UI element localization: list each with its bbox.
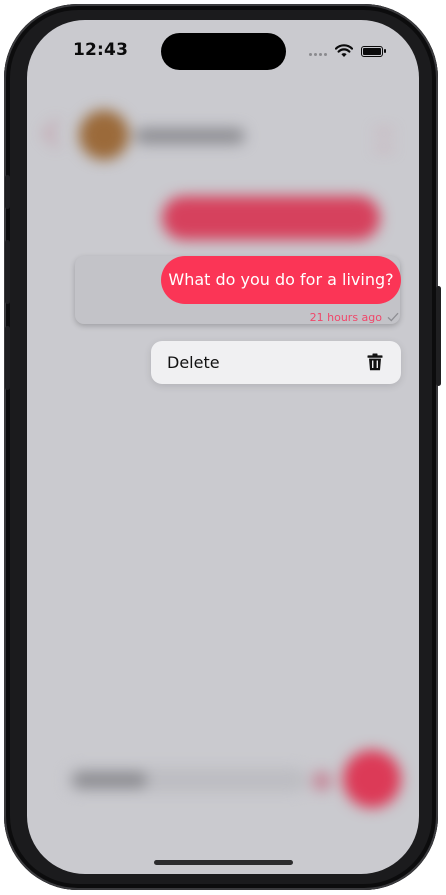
blurred-chat-background	[27, 20, 419, 874]
power-button	[436, 286, 441, 386]
attach-icon	[313, 772, 331, 790]
dynamic-island	[161, 33, 286, 70]
context-menu: Delete	[151, 341, 401, 384]
status-time: 12:43	[73, 40, 129, 60]
menu-icon	[375, 130, 393, 150]
trash-icon	[367, 353, 383, 371]
delete-label: Delete	[167, 353, 220, 372]
delete-menu-item[interactable]: Delete	[151, 341, 401, 384]
message-bubble[interactable]: What do you do for a living?	[161, 256, 401, 304]
back-chevron-icon	[43, 120, 70, 147]
send-button	[343, 750, 401, 808]
avatar	[79, 110, 129, 160]
cellular-signal-icon	[309, 53, 329, 57]
previous-message-bubble	[162, 196, 380, 240]
checkmark-icon	[387, 312, 399, 322]
action-button	[5, 175, 10, 209]
volume-down-button	[5, 326, 10, 390]
screen: 12:43 What do you do for a living? 21 ho…	[27, 20, 419, 874]
status-icons	[309, 44, 389, 60]
message-input-placeholder	[73, 772, 147, 788]
message-timestamp: 21 hours ago	[309, 310, 382, 324]
message-meta: 21 hours ago	[310, 310, 399, 324]
battery-icon	[361, 46, 386, 57]
volume-up-button	[5, 240, 10, 304]
home-indicator	[154, 860, 293, 865]
wifi-icon	[335, 44, 353, 57]
contact-name	[135, 128, 245, 144]
